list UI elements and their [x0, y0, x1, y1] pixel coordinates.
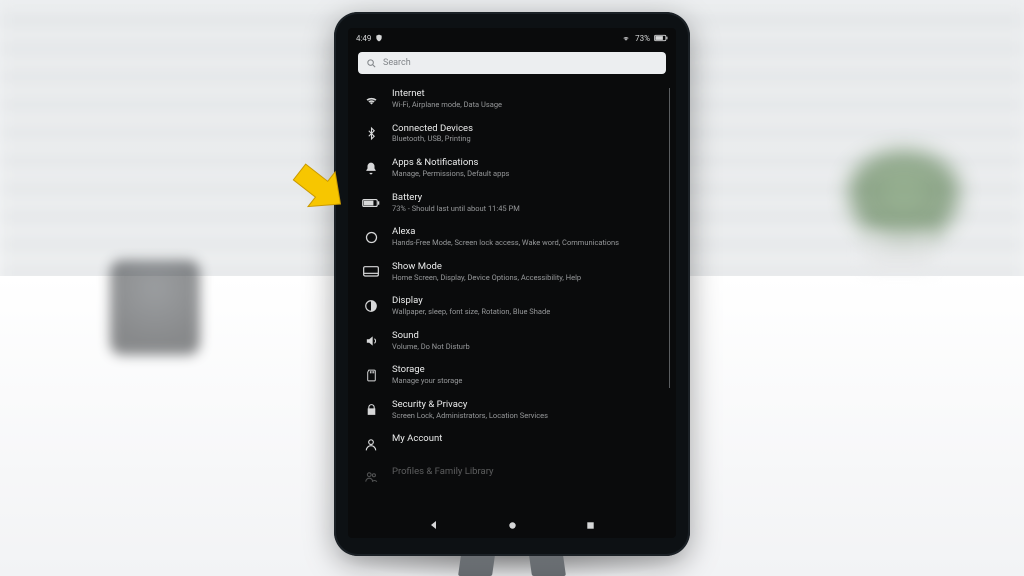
nav-home-button[interactable] [503, 516, 521, 534]
settings-item-text: Battery73% - Should last until about 11:… [392, 193, 664, 214]
settings-item-display[interactable]: DisplayWallpaper, sleep, font size, Rota… [360, 289, 668, 324]
settings-item-subtitle: Screen Lock, Administrators, Location Se… [392, 412, 664, 421]
settings-item-title: Battery [392, 193, 664, 204]
settings-item-storage[interactable]: StorageManage your storage [360, 358, 668, 393]
status-left: 4:49 [356, 34, 383, 43]
tablet-device: 4:49 73% [334, 12, 690, 556]
status-right: 73% [621, 34, 668, 43]
nav-recent-button[interactable] [581, 516, 599, 534]
search-placeholder: Search [383, 58, 411, 68]
people-icon [362, 468, 380, 486]
settings-item-title: Internet [392, 89, 664, 100]
settings-item-subtitle: Bluetooth, USB, Printing [392, 135, 664, 144]
settings-item-title: Storage [392, 365, 664, 376]
settings-item-text: Connected DevicesBluetooth, USB, Printin… [392, 124, 664, 145]
settings-item-subtitle: Hands-Free Mode, Screen lock access, Wak… [392, 239, 664, 248]
settings-item-battery[interactable]: Battery73% - Should last until about 11:… [360, 186, 668, 221]
nav-back-button[interactable] [425, 516, 443, 534]
status-bar: 4:49 73% [348, 28, 676, 48]
background-pot [864, 230, 934, 270]
settings-item-subtitle: Wallpaper, sleep, font size, Rotation, B… [392, 308, 664, 317]
settings-item-title: Profiles & Family Library [392, 467, 664, 478]
settings-item-text: Profiles & Family Library [392, 467, 664, 478]
person-icon [362, 435, 380, 453]
settings-item-subtitle: Wi-Fi, Airplane mode, Data Usage [392, 101, 664, 110]
screen: 4:49 73% [348, 28, 676, 538]
settings-item-text: Security & PrivacyScreen Lock, Administr… [392, 400, 664, 421]
settings-item-title: Alexa [392, 227, 664, 238]
settings-item-text: My Account [392, 434, 664, 445]
settings-item-show-mode[interactable]: Show ModeHome Screen, Display, Device Op… [360, 255, 668, 290]
show-icon [362, 263, 380, 281]
wifi-icon [621, 34, 631, 42]
settings-item-apps-notifications[interactable]: Apps & NotificationsManage, Permissions,… [360, 151, 668, 186]
settings-item-title: Show Mode [392, 262, 664, 273]
settings-item-text: Apps & NotificationsManage, Permissions,… [392, 158, 664, 179]
settings-item-connected-devices[interactable]: Connected DevicesBluetooth, USB, Printin… [360, 117, 668, 152]
settings-item-title: Display [392, 296, 664, 307]
settings-item-profiles-family-library[interactable]: Profiles & Family Library [360, 460, 668, 493]
settings-list[interactable]: InternetWi-Fi, Airplane mode, Data Usage… [348, 80, 676, 512]
settings-item-text: SoundVolume, Do Not Disturb [392, 331, 664, 352]
settings-item-title: My Account [392, 434, 664, 445]
battery-icon [362, 194, 380, 212]
search-input[interactable]: Search [358, 52, 666, 74]
settings-item-title: Connected Devices [392, 124, 664, 135]
settings-item-text: DisplayWallpaper, sleep, font size, Rota… [392, 296, 664, 317]
sound-icon [362, 332, 380, 350]
search-icon [366, 58, 377, 69]
battery-icon [654, 34, 668, 42]
background-speaker [110, 260, 200, 355]
shield-icon [375, 34, 383, 42]
wifi-icon [362, 90, 380, 108]
sd-icon [362, 366, 380, 384]
settings-item-sound[interactable]: SoundVolume, Do Not Disturb [360, 324, 668, 359]
bt-icon [362, 125, 380, 143]
settings-item-title: Apps & Notifications [392, 158, 664, 169]
settings-item-subtitle: 73% - Should last until about 11:45 PM [392, 205, 664, 214]
battery-percent: 73% [635, 34, 650, 43]
settings-item-subtitle: Volume, Do Not Disturb [392, 343, 664, 352]
half-icon [362, 297, 380, 315]
settings-item-text: AlexaHands-Free Mode, Screen lock access… [392, 227, 664, 248]
settings-item-alexa[interactable]: AlexaHands-Free Mode, Screen lock access… [360, 220, 668, 255]
settings-item-subtitle: Manage, Permissions, Default apps [392, 170, 664, 179]
navigation-bar [348, 512, 676, 538]
settings-item-text: InternetWi-Fi, Airplane mode, Data Usage [392, 89, 664, 110]
settings-item-title: Sound [392, 331, 664, 342]
settings-item-text: StorageManage your storage [392, 365, 664, 386]
scene: 4:49 73% [0, 0, 1024, 576]
ring-icon [362, 228, 380, 246]
scrollbar[interactable] [669, 88, 670, 388]
settings-item-internet[interactable]: InternetWi-Fi, Airplane mode, Data Usage [360, 82, 668, 117]
settings-item-subtitle: Home Screen, Display, Device Options, Ac… [392, 274, 664, 283]
settings-item-my-account[interactable]: My Account [360, 427, 668, 460]
lock-icon [362, 401, 380, 419]
settings-item-subtitle: Manage your storage [392, 377, 664, 386]
status-time: 4:49 [356, 34, 371, 43]
settings-item-security-privacy[interactable]: Security & PrivacyScreen Lock, Administr… [360, 393, 668, 428]
bell-icon [362, 159, 380, 177]
settings-item-title: Security & Privacy [392, 400, 664, 411]
settings-item-text: Show ModeHome Screen, Display, Device Op… [392, 262, 664, 283]
